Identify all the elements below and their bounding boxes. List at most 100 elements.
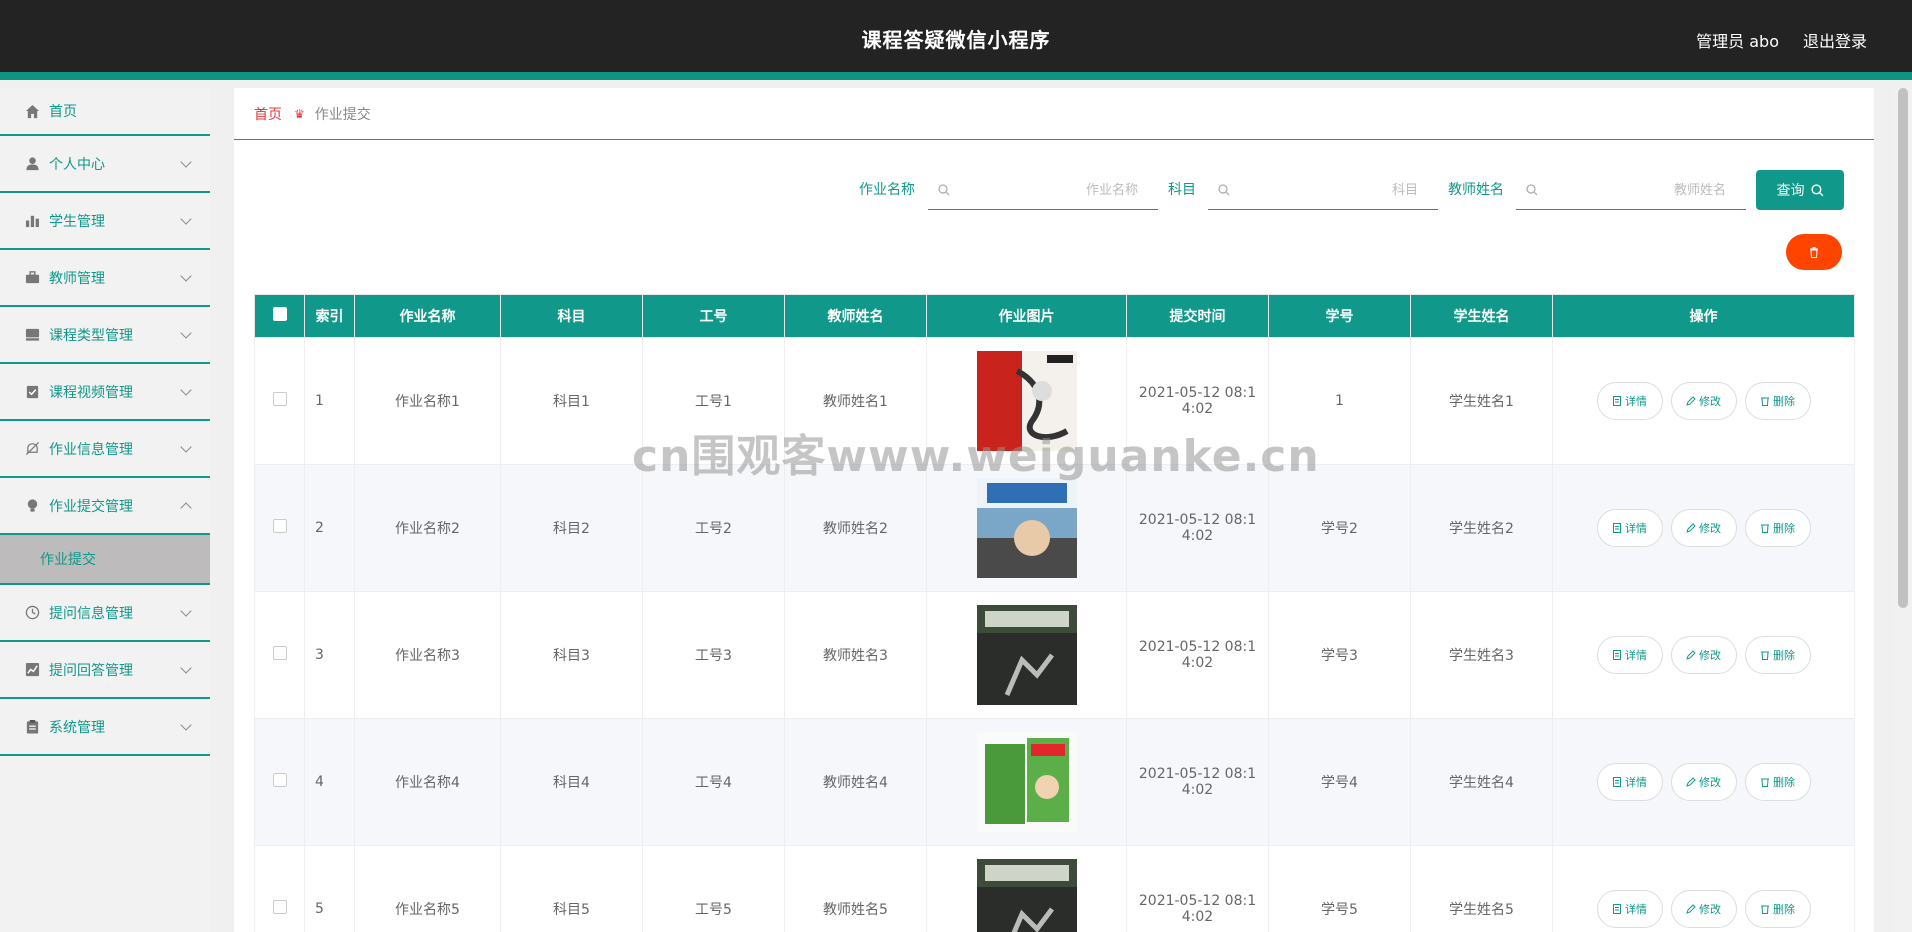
- submit-time-line1: 2021-05-12 08:1: [1138, 893, 1257, 909]
- detail-button[interactable]: 详情: [1596, 763, 1663, 801]
- cell-subject: 科目1: [500, 337, 643, 465]
- sidebar-item-question-info-management[interactable]: 提问信息管理: [0, 585, 210, 642]
- homework-name-input[interactable]: [958, 178, 1138, 202]
- edit-label: 修改: [1699, 522, 1721, 535]
- column-header[interactable]: 工号: [642, 294, 785, 338]
- edit-button[interactable]: 修改: [1670, 636, 1737, 674]
- breadcrumb-current: 作业提交: [314, 106, 371, 123]
- row-checkbox[interactable]: [272, 900, 287, 914]
- select-all-cell: [254, 294, 305, 338]
- sidebar-item-teacher-management[interactable]: 教师管理: [0, 250, 210, 307]
- cell-employee-no: 工号5: [642, 845, 785, 932]
- column-header[interactable]: 作业图片: [926, 294, 1127, 338]
- delete-label: 删除: [1773, 776, 1795, 789]
- cell-homework-image: [926, 337, 1127, 465]
- query-button[interactable]: 查询: [1756, 170, 1844, 210]
- search-bar: 作业名称 科目 教师姓名 查询: [234, 170, 1874, 210]
- sidebar-item-student-management[interactable]: 学生管理: [0, 193, 210, 250]
- delete-label: 删除: [1773, 649, 1795, 662]
- search-label-homework-name: 作业名称: [859, 182, 915, 198]
- sidebar-item-label: 首页: [49, 104, 77, 120]
- sidebar-item-label: 作业提交管理: [49, 498, 133, 515]
- detail-label: 详情: [1625, 903, 1647, 916]
- detail-button[interactable]: 详情: [1596, 509, 1663, 547]
- detail-button[interactable]: 详情: [1596, 890, 1663, 928]
- breadcrumb-home[interactable]: 首页: [254, 104, 282, 124]
- sidebar-item-course-video-management[interactable]: 课程视频管理: [0, 364, 210, 421]
- subject-input[interactable]: [1238, 178, 1418, 202]
- row-select-cell: [254, 464, 305, 592]
- chevron-up-icon: [180, 501, 192, 514]
- chevron-down-icon: [180, 155, 192, 168]
- main-content: 首页 ♛ 作业提交 作业名称 科目 教师姓名 查询: [234, 88, 1874, 932]
- column-header[interactable]: 教师姓名: [784, 294, 927, 338]
- sidebar-item-homework-submit-management[interactable]: 作业提交管理: [0, 478, 210, 535]
- delete-button[interactable]: 删除: [1744, 763, 1811, 801]
- edit-button[interactable]: 修改: [1670, 890, 1737, 928]
- column-header[interactable]: 作业名称: [354, 294, 501, 338]
- submit-time-line1: 2021-05-12 08:1: [1138, 766, 1257, 782]
- sidebar-item-label: 课程视频管理: [49, 384, 133, 401]
- cell-subject: 科目3: [500, 591, 643, 719]
- column-header[interactable]: 提交时间: [1126, 294, 1269, 338]
- cell-homework-image: [926, 845, 1127, 932]
- column-header[interactable]: 学号: [1268, 294, 1411, 338]
- row-checkbox[interactable]: [272, 773, 287, 787]
- select-all-checkbox[interactable]: [272, 307, 287, 321]
- row-checkbox[interactable]: [272, 519, 287, 533]
- homework-image: [976, 732, 1077, 832]
- edit-icon: [1686, 777, 1696, 787]
- cell-student-name: 学生姓名2: [1410, 464, 1553, 592]
- cell-actions: 详情 修改 删除: [1552, 337, 1855, 465]
- sidebar-item-home[interactable]: 首页: [0, 88, 210, 136]
- row-checkbox[interactable]: [272, 392, 287, 406]
- delete-button[interactable]: 删除: [1744, 509, 1811, 547]
- homework-submission-table: 索引 作业名称 科目 工号 教师姓名 作业图片 提交时间 学号 学生姓名 操作 …: [254, 294, 1855, 932]
- sidebar-subitem-homework-submit[interactable]: 作业提交: [0, 535, 210, 585]
- sidebar-item-label: 课程类型管理: [49, 327, 133, 344]
- batch-delete-button[interactable]: [1786, 234, 1842, 270]
- teacher-name-input[interactable]: [1546, 178, 1726, 202]
- column-header[interactable]: 科目: [500, 294, 643, 338]
- cell-homework-name: 作业名称3: [354, 591, 501, 719]
- cell-actions: 详情 修改 删除: [1552, 718, 1855, 846]
- search-icon: [1218, 184, 1230, 196]
- detail-label: 详情: [1625, 395, 1647, 408]
- column-header[interactable]: 索引: [304, 294, 355, 338]
- homework-image: [976, 351, 1077, 451]
- document-icon: [1613, 777, 1621, 787]
- homework-image: [976, 478, 1077, 578]
- cell-homework-name: 作业名称1: [354, 337, 501, 465]
- edit-button[interactable]: 修改: [1670, 763, 1737, 801]
- cell-employee-no: 工号3: [642, 591, 785, 719]
- sidebar-item-homework-info-management[interactable]: 作业信息管理: [0, 421, 210, 478]
- submit-time-line2: 4:02: [1181, 655, 1214, 671]
- delete-button[interactable]: 删除: [1744, 636, 1811, 674]
- sidebar-item-question-answer-management[interactable]: 提问回答管理: [0, 642, 210, 699]
- cell-submit-time: 2021-05-12 08:1 4:02: [1126, 591, 1269, 719]
- logout-link[interactable]: 退出登录: [1803, 28, 1867, 52]
- edit-label: 修改: [1699, 903, 1721, 916]
- cell-employee-no: 工号1: [642, 337, 785, 465]
- detail-button[interactable]: 详情: [1596, 382, 1663, 420]
- row-checkbox[interactable]: [272, 646, 287, 660]
- bell-off-icon: [24, 441, 40, 457]
- user-icon: [24, 156, 40, 172]
- column-header[interactable]: 学生姓名: [1410, 294, 1553, 338]
- search-icon: [1810, 183, 1823, 196]
- edit-button[interactable]: 修改: [1670, 509, 1737, 547]
- row-select-cell: [254, 718, 305, 846]
- sidebar-item-label: 教师管理: [49, 270, 105, 287]
- document-icon: [1613, 904, 1621, 914]
- detail-button[interactable]: 详情: [1596, 636, 1663, 674]
- delete-button[interactable]: 删除: [1744, 382, 1811, 420]
- sidebar-item-personal-center[interactable]: 个人中心: [0, 136, 210, 193]
- delete-button[interactable]: 删除: [1744, 890, 1811, 928]
- sidebar-item-course-type-management[interactable]: 课程类型管理: [0, 307, 210, 364]
- edit-button[interactable]: 修改: [1670, 382, 1737, 420]
- edit-icon: [1686, 396, 1696, 406]
- sidebar-item-system-management[interactable]: 系统管理: [0, 699, 210, 756]
- vertical-scrollbar[interactable]: [1894, 88, 1912, 932]
- scrollbar-thumb[interactable]: [1898, 88, 1908, 608]
- cell-index: 1: [304, 337, 355, 465]
